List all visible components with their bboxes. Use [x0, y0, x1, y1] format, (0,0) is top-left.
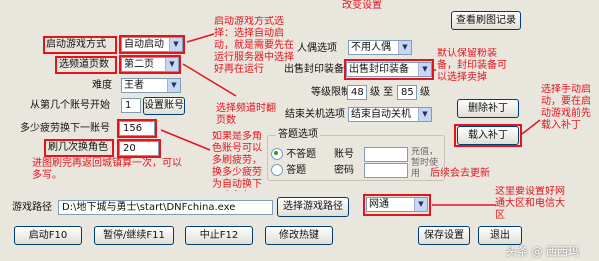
- arrow-channel-page: [182, 63, 237, 97]
- arrow-start-mode: [186, 33, 215, 43]
- annotation-arrows: [160, 33, 541, 206]
- arrow-patch: [521, 119, 541, 135]
- arrow-fatigue: [160, 129, 211, 151]
